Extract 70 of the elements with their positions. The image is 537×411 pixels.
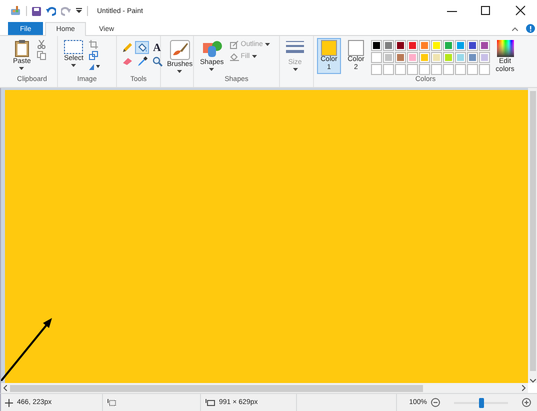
scroll-left-icon[interactable]: [3, 385, 7, 391]
pencil-icon: [122, 42, 132, 53]
outline-icon: [230, 40, 239, 49]
scrollbar-thumb[interactable]: [10, 384, 423, 392]
color-swatch: [348, 40, 364, 56]
brush-icon: [170, 40, 190, 60]
copy-icon[interactable]: [36, 51, 46, 60]
palette-swatch[interactable]: [383, 40, 394, 51]
customize-icon[interactable]: [76, 8, 82, 14]
tool-button[interactable]: A: [150, 41, 164, 54]
resize-icon[interactable]: [89, 51, 98, 60]
zoom-in-icon[interactable]: [522, 398, 531, 407]
shapes-icon: [202, 40, 222, 58]
fill-icon: [230, 52, 239, 61]
palette-swatch[interactable]: [419, 52, 430, 63]
tool-button[interactable]: [135, 55, 149, 68]
caret-icon: [252, 55, 257, 58]
palette-swatch[interactable]: [431, 52, 442, 63]
palette-swatch[interactable]: [455, 52, 466, 63]
paint-bucket-icon: [136, 42, 148, 53]
text-tool-glyph: A: [153, 42, 161, 54]
palette-swatch[interactable]: [467, 40, 478, 51]
save-icon[interactable]: [32, 6, 41, 16]
redo-icon[interactable]: [61, 6, 71, 16]
cursor-position-icon: [5, 398, 13, 406]
caret-icon: [209, 68, 214, 71]
palette-swatch[interactable]: [443, 40, 454, 51]
zoom-out-icon[interactable]: [431, 398, 440, 407]
palette-swatch[interactable]: [431, 40, 442, 51]
help-icon[interactable]: [526, 24, 535, 33]
palette-swatch[interactable]: [479, 52, 490, 63]
palette-swatch[interactable]: [371, 52, 382, 63]
tool-button[interactable]: [135, 41, 149, 54]
magnifier-icon: [152, 56, 162, 67]
scroll-down-icon[interactable]: [530, 379, 536, 383]
selection-icon: [64, 40, 84, 54]
arrow: [1, 318, 53, 381]
color-spectrum-icon: [496, 40, 514, 57]
app-icon[interactable]: [10, 6, 21, 16]
crop-icon[interactable]: [89, 40, 98, 49]
selection-size-icon: [107, 398, 116, 406]
scroll-right-icon[interactable]: [522, 385, 526, 391]
zoom-slider-thumb[interactable]: [479, 398, 484, 408]
palette-swatch[interactable]: [407, 52, 418, 63]
palette-swatch[interactable]: [467, 52, 478, 63]
caret-icon: [19, 67, 24, 70]
color-swatch: [321, 40, 337, 56]
palette-swatch[interactable]: [419, 40, 430, 51]
palette-swatch[interactable]: [371, 40, 382, 51]
clipboard-icon: [14, 40, 29, 57]
palette-swatch[interactable]: [407, 40, 418, 51]
cut-icon[interactable]: [36, 40, 46, 49]
canvas-size-icon: [205, 398, 215, 406]
caret-icon: [71, 64, 76, 67]
undo-icon[interactable]: [46, 6, 56, 16]
palette-swatch[interactable]: [455, 40, 466, 51]
palette-swatch[interactable]: [443, 52, 454, 63]
caret-icon: [264, 43, 270, 46]
caret-icon: [177, 70, 182, 73]
eraser-icon: [122, 57, 132, 66]
line-width-icon: [286, 40, 304, 54]
palette-swatch[interactable]: [383, 52, 394, 63]
palette-swatch[interactable]: [395, 40, 406, 51]
palette-swatch[interactable]: [479, 40, 490, 51]
color-picker-icon: [136, 56, 148, 67]
collapse-ribbon-icon[interactable]: [512, 26, 518, 30]
rotate-icon[interactable]: [89, 62, 100, 70]
palette-swatch[interactable]: [395, 52, 406, 63]
scrollbar-thumb[interactable]: [530, 91, 536, 371]
caret-icon: [292, 68, 298, 71]
